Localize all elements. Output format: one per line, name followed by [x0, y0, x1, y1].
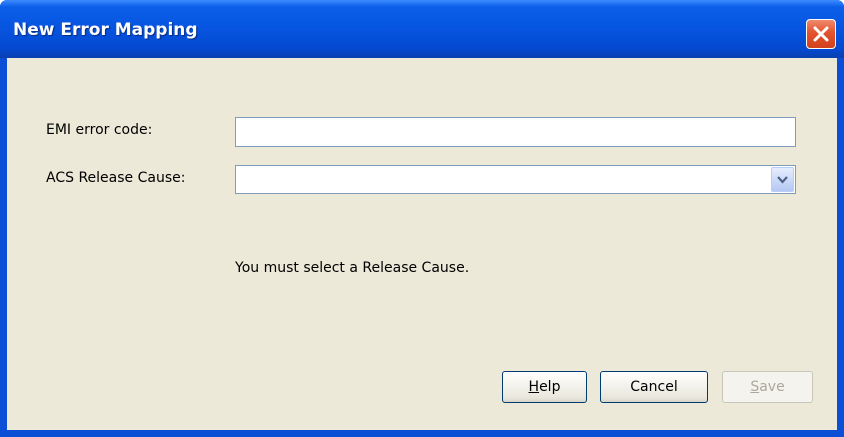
acs-release-cause-select[interactable]: [235, 165, 796, 194]
chevron-down-icon: [777, 176, 788, 184]
emi-error-code-label: EMI error code:: [46, 122, 153, 138]
dialog-content: EMI error code: ACS Release Cause: You m…: [7, 58, 837, 430]
validation-message: You must select a Release Cause.: [235, 260, 470, 276]
dropdown-button[interactable]: [771, 167, 794, 192]
help-button[interactable]: Help: [502, 371, 587, 403]
help-label: elp: [539, 379, 561, 395]
save-button[interactable]: Save: [722, 371, 813, 403]
window-title: New Error Mapping: [13, 20, 198, 40]
cancel-label: Cancel: [630, 379, 678, 395]
title-bar[interactable]: New Error Mapping: [0, 0, 844, 58]
emi-error-code-input[interactable]: [235, 117, 796, 147]
acs-release-cause-label: ACS Release Cause:: [46, 170, 186, 186]
help-mnemonic: H: [528, 379, 540, 395]
save-label: ave: [759, 379, 785, 395]
close-icon: [813, 26, 829, 42]
cancel-button[interactable]: Cancel: [600, 371, 708, 403]
close-button[interactable]: [806, 19, 836, 49]
dialog-window: New Error Mapping EMI error code: ACS Re…: [0, 0, 844, 437]
save-mnemonic: S: [750, 379, 760, 395]
